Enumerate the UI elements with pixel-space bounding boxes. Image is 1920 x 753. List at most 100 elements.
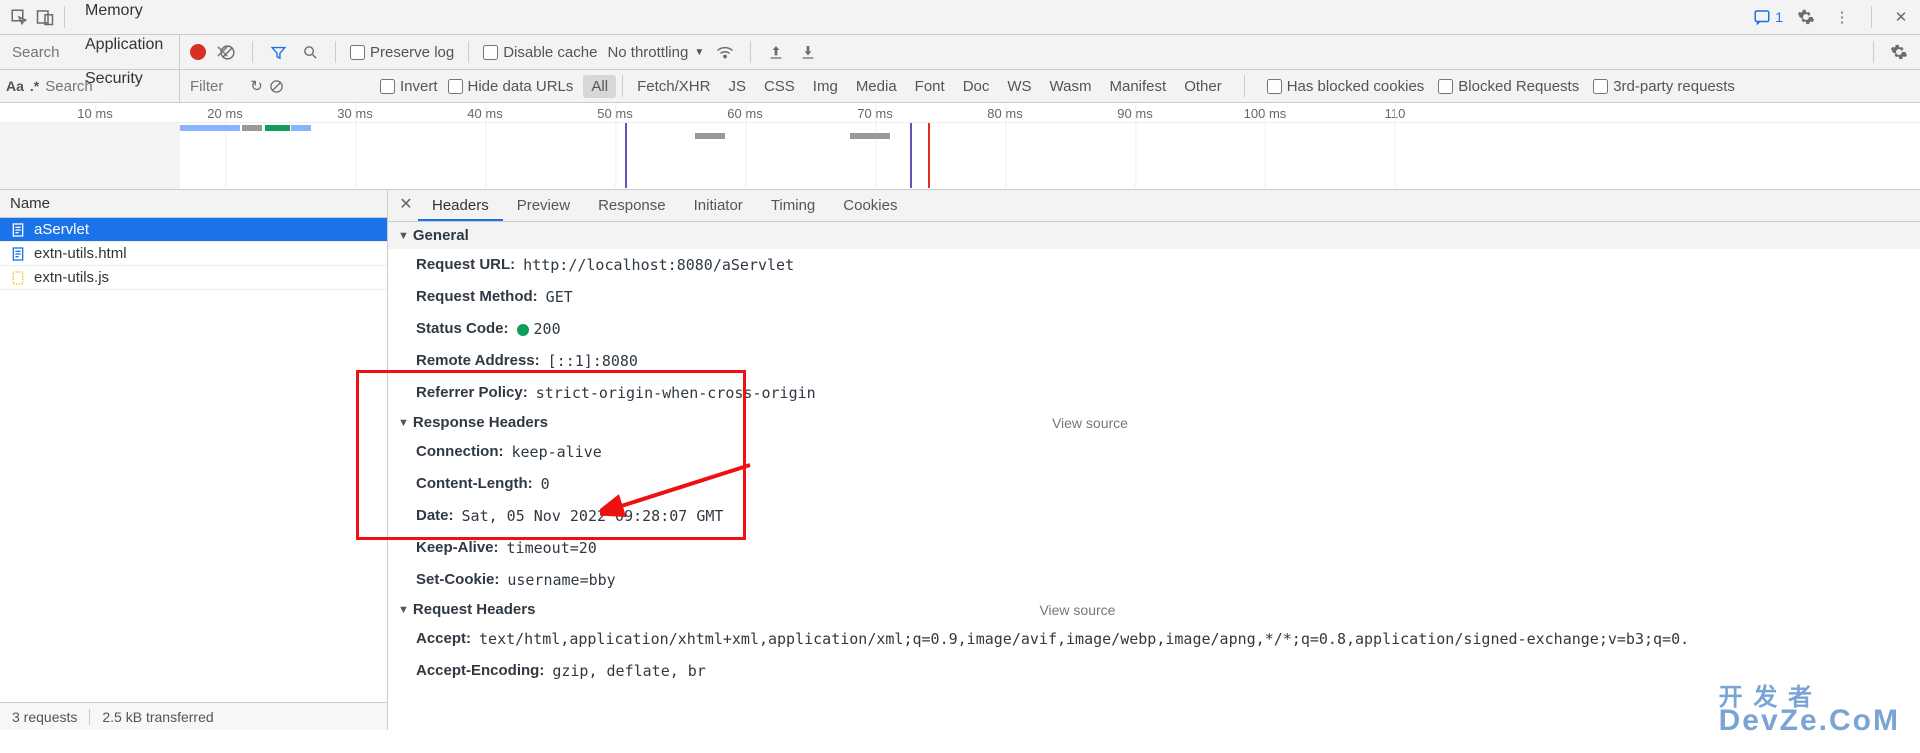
header-key: Set-Cookie: <box>416 568 499 592</box>
request-row[interactable]: extn-utils.html <box>0 242 387 266</box>
request-row[interactable]: extn-utils.js <box>0 266 387 290</box>
header-key: Content-Length: <box>416 472 533 496</box>
type-filter-js[interactable]: JS <box>720 75 754 98</box>
detail-tab-cookies[interactable]: Cookies <box>829 190 911 221</box>
clear-button[interactable] <box>216 41 238 63</box>
separator <box>335 41 336 63</box>
header-value: text/html,application/xhtml+xml,applicat… <box>479 627 1689 651</box>
close-devtools-icon[interactable]: ✕ <box>1888 4 1914 30</box>
separator <box>1873 41 1874 63</box>
more-icon[interactable]: ⋮ <box>1829 4 1855 30</box>
view-source-link[interactable]: View source <box>1039 602 1115 618</box>
type-filter-wasm[interactable]: Wasm <box>1042 75 1100 98</box>
collapse-icon: ▼ <box>398 604 409 616</box>
header-value: 200 <box>517 317 561 341</box>
has-blocked-cookies-label: Has blocked cookies <box>1287 78 1425 95</box>
request-row[interactable]: aServlet <box>0 218 387 242</box>
header-value: http://localhost:8080/aServlet <box>523 253 794 277</box>
type-filter-img[interactable]: Img <box>805 75 846 98</box>
request-name: aServlet <box>34 221 89 238</box>
third-party-checkbox[interactable]: 3rd-party requests <box>1593 78 1735 95</box>
header-row: Accept: text/html,application/xhtml+xml,a… <box>388 623 1920 655</box>
header-value: timeout=20 <box>507 536 597 560</box>
regex-icon[interactable]: .* <box>30 78 39 94</box>
inspect-icon[interactable] <box>6 4 32 30</box>
network-settings-icon[interactable] <box>1888 41 1910 63</box>
settings-gear-icon[interactable] <box>1793 4 1819 30</box>
import-har-icon[interactable] <box>765 41 787 63</box>
request-headers-section[interactable]: ▼ Request Headers View source <box>388 596 1920 623</box>
type-filter-media[interactable]: Media <box>848 75 905 98</box>
has-blocked-cookies-checkbox[interactable]: Has blocked cookies <box>1267 78 1425 95</box>
blocked-requests-label: Blocked Requests <box>1458 78 1579 95</box>
filter-icon[interactable] <box>267 41 289 63</box>
request-name: extn-utils.js <box>34 269 109 286</box>
type-filter-css[interactable]: CSS <box>756 75 803 98</box>
match-case-icon[interactable]: Aa <box>6 78 24 94</box>
header-row: Remote Address:[::1]:8080 <box>388 345 1920 377</box>
header-key: Connection: <box>416 440 504 464</box>
hide-data-urls-checkbox[interactable]: Hide data URLs <box>448 78 574 95</box>
close-detail-icon[interactable]: ✕ <box>394 194 418 218</box>
type-filter-fetch-xhr[interactable]: Fetch/XHR <box>629 75 718 98</box>
header-key: Accept: <box>416 627 471 651</box>
timeline-overview[interactable]: 10 ms20 ms30 ms40 ms50 ms60 ms70 ms80 ms… <box>0 103 1920 190</box>
type-filter-font[interactable]: Font <box>907 75 953 98</box>
detail-tab-headers[interactable]: Headers <box>418 190 503 221</box>
detail-tab-response[interactable]: Response <box>584 190 680 221</box>
disable-cache-label: Disable cache <box>503 44 597 61</box>
type-filter-other[interactable]: Other <box>1176 75 1230 98</box>
search-toggle-icon[interactable] <box>299 41 321 63</box>
type-filter-doc[interactable]: Doc <box>955 75 998 98</box>
throttling-select[interactable]: No throttling▼ <box>607 44 704 61</box>
header-key: Status Code: <box>416 317 509 341</box>
header-value: [::1]:8080 <box>548 349 638 373</box>
type-filter-manifest[interactable]: Manifest <box>1102 75 1175 98</box>
type-filter-ws[interactable]: WS <box>999 75 1039 98</box>
header-row: Date:Sat, 05 Nov 2022 09:28:07 GMT <box>388 500 1920 532</box>
timeline-tick: 100 ms <box>1244 106 1287 121</box>
disable-cache-checkbox[interactable]: Disable cache <box>483 44 597 61</box>
timeline-tick: 20 ms <box>207 106 242 121</box>
device-toolbar-icon[interactable] <box>32 4 58 30</box>
timeline-tick: 80 ms <box>987 106 1022 121</box>
general-section-header[interactable]: ▼General <box>388 222 1920 249</box>
request-headers-label: Request Headers <box>413 601 536 618</box>
collapse-icon: ▼ <box>398 417 409 429</box>
request-list-header[interactable]: Name <box>0 190 387 218</box>
invert-label: Invert <box>400 78 438 95</box>
timeline-tick: 10 ms <box>77 106 112 121</box>
header-row: Referrer Policy: strict-origin-when-cross… <box>388 377 1920 409</box>
filter-input[interactable] <box>190 78 370 95</box>
header-value: strict-origin-when-cross-origin <box>536 381 816 405</box>
header-key: Request URL: <box>416 253 515 277</box>
detail-tab-timing[interactable]: Timing <box>757 190 829 221</box>
blocked-requests-checkbox[interactable]: Blocked Requests <box>1438 78 1579 95</box>
watermark: 开 发 者 DevZe.CoM <box>1719 677 1900 738</box>
export-har-icon[interactable] <box>797 41 819 63</box>
detail-tab-preview[interactable]: Preview <box>503 190 584 221</box>
search-panel: ✕ <box>0 35 180 69</box>
record-button[interactable] <box>190 44 206 60</box>
timeline-tick: 30 ms <box>337 106 372 121</box>
preserve-log-checkbox[interactable]: Preserve log <box>350 44 454 61</box>
header-row: Request URL: http://localhost:8080/aServl… <box>388 249 1920 281</box>
third-party-label: 3rd-party requests <box>1613 78 1735 95</box>
header-value: gzip, deflate, br <box>552 659 706 683</box>
view-source-link[interactable]: View source <box>1052 415 1128 431</box>
invert-checkbox[interactable]: Invert <box>380 78 438 95</box>
response-headers-section[interactable]: ▼Response Headers View source <box>388 409 1920 436</box>
header-row: Keep-Alive: timeout=20 <box>388 532 1920 564</box>
timeline-tick: 70 ms <box>857 106 892 121</box>
network-conditions-icon[interactable] <box>714 41 736 63</box>
header-key: Referrer Policy: <box>416 381 528 405</box>
timeline-tick: 60 ms <box>727 106 762 121</box>
status-dot-icon <box>517 324 529 336</box>
type-filter-all[interactable]: All <box>583 75 616 98</box>
detail-tab-initiator[interactable]: Initiator <box>680 190 757 221</box>
header-row: Connection:keep-alive <box>388 436 1920 468</box>
request-name: extn-utils.html <box>34 245 127 262</box>
tab-memory[interactable]: Memory <box>71 0 270 28</box>
header-key: Keep-Alive: <box>416 536 499 560</box>
issues-badge[interactable]: 1 <box>1753 8 1783 26</box>
